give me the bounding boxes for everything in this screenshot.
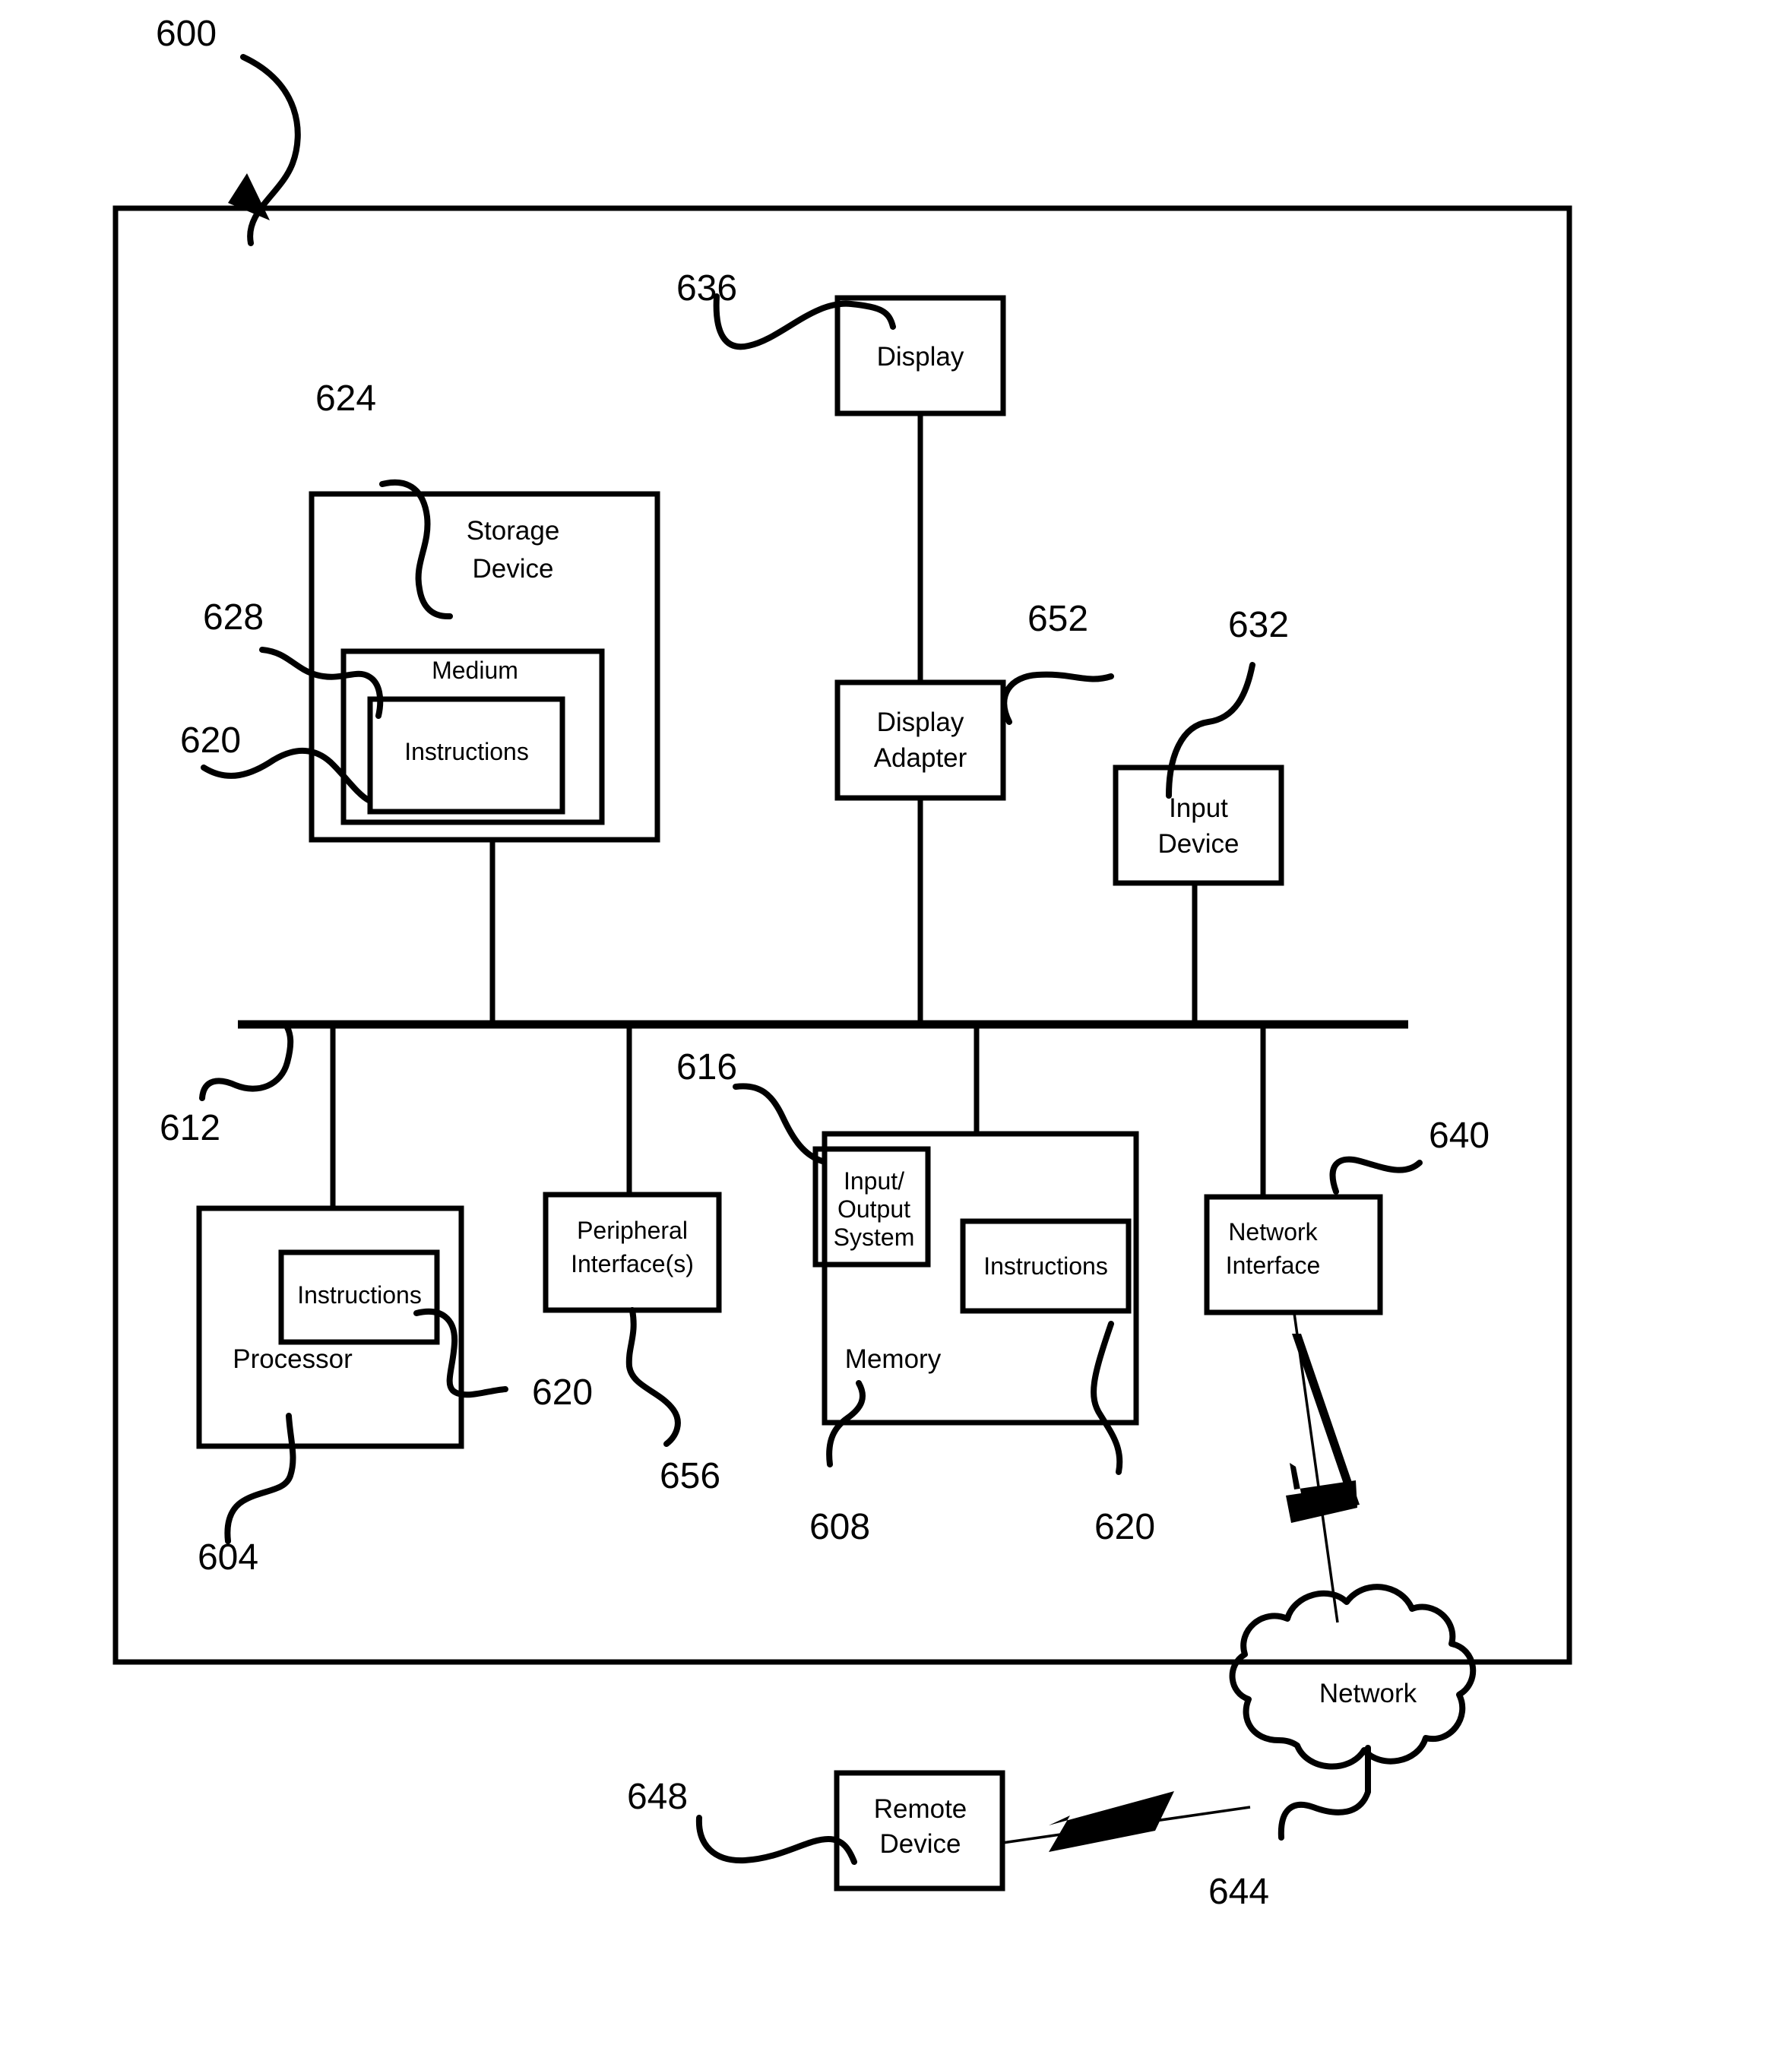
instructions-processor-label: Instructions — [297, 1281, 422, 1309]
ref-604-label: 604 — [198, 1537, 258, 1578]
storage-device-label-line2: Device — [473, 554, 554, 584]
network-interface-label-line1: Network — [1228, 1218, 1318, 1246]
input-device-label-line1: Input — [1169, 793, 1228, 823]
display-label: Display — [877, 342, 964, 372]
ref-648-label: 648 — [627, 1777, 688, 1817]
instructions-storage-label: Instructions — [404, 738, 529, 765]
medium-label: Medium — [432, 657, 518, 684]
figure-text-layer: 600 624 Storage Device 628 Medium 620 In… — [156, 14, 1490, 1912]
io-system-label-line2: Output — [837, 1195, 910, 1223]
input-device-label-line2: Device — [1158, 829, 1240, 859]
io-system-label-line1: Input/ — [844, 1167, 904, 1195]
ref-620b-label: 620 — [532, 1372, 593, 1413]
ref-616-label: 616 — [676, 1047, 737, 1087]
display-adapter-label-line2: Adapter — [874, 743, 967, 773]
ref-608-label: 608 — [809, 1507, 870, 1547]
ref-612-label: 612 — [160, 1108, 220, 1148]
remote-device-label-line2: Device — [880, 1829, 961, 1859]
memory-label: Memory — [845, 1344, 942, 1374]
display-adapter-label-line1: Display — [877, 708, 964, 737]
remote-device-label-line1: Remote — [874, 1794, 967, 1824]
ref-628-label2: 628 — [203, 597, 264, 638]
instructions-memory-label: Instructions — [983, 1252, 1108, 1280]
ref-640-label: 640 — [1429, 1116, 1490, 1156]
ref-656-label: 656 — [660, 1456, 720, 1496]
ref-600-label: 600 — [156, 14, 217, 54]
processor-label: Processor — [233, 1344, 353, 1374]
ref-644-label: 644 — [1208, 1872, 1269, 1912]
io-system-label-line3: System — [834, 1224, 915, 1251]
peripheral-interface-label-line1: Peripheral — [577, 1217, 688, 1244]
ref-652-label: 652 — [1027, 599, 1088, 639]
network-interface-label-line2: Interface — [1226, 1252, 1321, 1279]
network-cloud-label: Network — [1319, 1679, 1417, 1708]
ref-620c-label: 620 — [1094, 1507, 1155, 1547]
ref-624-label: 624 — [315, 378, 376, 419]
storage-device-label-line1: Storage — [467, 516, 560, 546]
ref-636-label: 636 — [676, 268, 737, 309]
patent-figure-canvas: 600 624 Storage Device 628 Medium 620 In… — [0, 0, 1792, 2045]
ref-632-label: 632 — [1228, 605, 1289, 645]
ref-620a-label: 620 — [180, 720, 241, 761]
peripheral-interface-label-line2: Interface(s) — [571, 1250, 694, 1277]
